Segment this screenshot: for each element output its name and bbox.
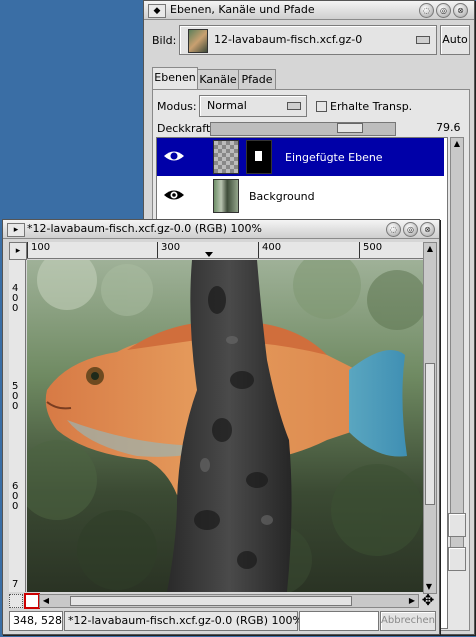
ruler-pointer-icon: [205, 252, 213, 257]
quickmask-on-icon[interactable]: [24, 593, 40, 609]
ruler-label: 5 0 0: [12, 381, 19, 412]
dropdown-icon: [287, 102, 301, 110]
image-content: [27, 260, 423, 592]
layer-thumb-background: [213, 179, 239, 213]
layer-thumb-checker: [213, 140, 239, 174]
scroll-left-icon[interactable]: ◀: [40, 595, 52, 607]
window-menu-icon[interactable]: ▸: [7, 223, 25, 237]
image-window: ▸ *12-lavabaum-fisch.xcf.gz-0.0 (RGB) 10…: [2, 219, 440, 635]
layer-row-pasted[interactable]: Eingefügte Ebene: [157, 138, 444, 176]
dialog-button-stub-2[interactable]: [448, 547, 466, 571]
navigate-icon[interactable]: ✥: [420, 592, 436, 608]
shade-icon[interactable]: ◌: [419, 3, 434, 18]
pointer-coords-value: 348, 528: [13, 614, 62, 627]
close-icon[interactable]: ⊗: [420, 222, 435, 237]
progress-bar: [299, 611, 379, 631]
eye-icon[interactable]: [163, 149, 185, 163]
opacity-label: Deckkraft:: [157, 122, 214, 135]
image-window-title: *12-lavabaum-fisch.xcf.gz-0.0 (RGB) 100%: [27, 222, 262, 235]
tab-kanaele[interactable]: Kanäle: [197, 69, 239, 90]
status-text: *12-lavabaum-fisch.xcf.gz-0.0 (RGB) 100%: [64, 611, 303, 631]
eye-icon[interactable]: [163, 188, 185, 202]
auto-button[interactable]: Auto: [440, 25, 470, 55]
window-menu-icon[interactable]: ◆: [148, 4, 166, 18]
layer-name[interactable]: Eingefügte Ebene: [285, 151, 383, 164]
maximize-icon[interactable]: ◎: [436, 3, 451, 18]
ruler-label: 100: [31, 242, 51, 253]
ruler-label: 400: [262, 242, 282, 253]
ruler-label: 300: [161, 242, 181, 253]
keep-transp-label: Erhalte Transp.: [330, 100, 413, 113]
layer-row-background[interactable]: Background: [157, 177, 444, 215]
layer-mask-thumb: [246, 140, 272, 174]
hscroll-thumb[interactable]: [70, 596, 352, 606]
image-window-titlebar[interactable]: ▸ *12-lavabaum-fisch.xcf.gz-0.0 (RGB) 10…: [3, 220, 439, 239]
image-canvas[interactable]: [27, 260, 423, 592]
image-selector-value: 12-lavabaum-fisch.xcf.gz-0: [214, 33, 363, 46]
vscroll-thumb[interactable]: [425, 363, 435, 505]
cancel-button[interactable]: Abbrechen: [380, 611, 436, 631]
dialog-button-stub[interactable]: [448, 513, 466, 537]
vertical-ruler[interactable]: 4 0 0 5 0 0 6 0 0 7: [9, 260, 26, 592]
opacity-value: 79.6: [436, 121, 461, 134]
image-label: Bild:: [152, 34, 177, 47]
layer-name[interactable]: Background: [249, 190, 315, 203]
tab-ebenen[interactable]: Ebenen: [152, 67, 198, 90]
image-menu-arrow-icon[interactable]: ▸: [9, 242, 27, 260]
status-text-value: *12-lavabaum-fisch.xcf.gz-0.0 (RGB) 100%: [68, 614, 303, 627]
image-selector[interactable]: 12-lavabaum-fisch.xcf.gz-0: [179, 25, 437, 55]
ruler-label: 4 0 0: [12, 283, 19, 314]
scroll-up-icon[interactable]: ▲: [424, 243, 436, 255]
scroll-up-icon[interactable]: ▲: [451, 138, 463, 150]
image-vscrollbar[interactable]: ▲ ▼: [423, 242, 437, 594]
horizontal-ruler[interactable]: 100 300 400 500: [27, 242, 423, 259]
keep-transp-checkbox[interactable]: [316, 101, 327, 112]
quickmask-off-icon[interactable]: [9, 594, 23, 608]
opacity-slider-handle[interactable]: [337, 123, 363, 133]
layers-scrollbar[interactable]: ▲: [450, 137, 464, 549]
image-thumb-icon: [188, 29, 208, 53]
mode-dropdown[interactable]: Normal: [199, 95, 307, 117]
mode-value: Normal: [207, 99, 247, 112]
ruler-label: 7: [12, 579, 19, 590]
ruler-label: 500: [363, 242, 383, 253]
tab-pfade[interactable]: Pfade: [238, 69, 276, 90]
maximize-icon[interactable]: ◎: [403, 222, 418, 237]
ruler-label: 6 0 0: [12, 481, 19, 512]
dropdown-icon: [416, 36, 430, 44]
mode-label: Modus:: [157, 100, 197, 113]
shade-icon[interactable]: ◌: [386, 222, 401, 237]
image-hscrollbar[interactable]: ◀ ▶: [39, 594, 419, 608]
close-icon[interactable]: ⊗: [453, 3, 468, 18]
layers-dialog-titlebar[interactable]: ◆ Ebenen, Kanäle und Pfade ◌ ◎ ⊗: [144, 1, 474, 20]
pointer-coords: 348, 528: [9, 611, 63, 631]
layers-dialog-title: Ebenen, Kanäle und Pfade: [170, 3, 315, 16]
opacity-slider[interactable]: [210, 122, 396, 136]
scroll-right-icon[interactable]: ▶: [406, 595, 418, 607]
